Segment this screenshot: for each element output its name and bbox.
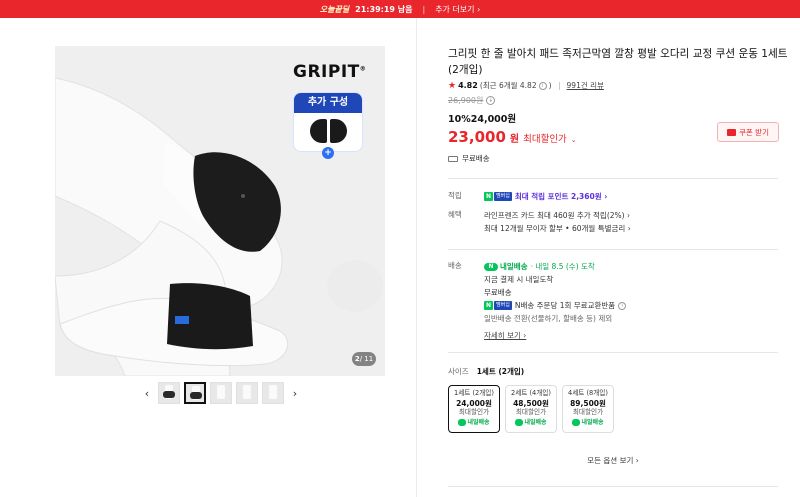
promo-label: 오늘끝딜 xyxy=(319,4,350,14)
next-arrow-icon[interactable]: › xyxy=(288,387,302,400)
delivery-details-link[interactable]: 자세히 보기 › xyxy=(484,329,526,342)
nextday-badge: 내일배송 xyxy=(515,418,547,428)
arrival-date: · 내일 8.5 (수) 도착 xyxy=(530,262,595,271)
coupon-label: 쿠폰 받기 xyxy=(739,127,769,137)
coupon-icon xyxy=(727,128,736,136)
coupon-button[interactable]: 쿠폰 받기 xyxy=(717,122,779,142)
benefit-label: 혜택 xyxy=(448,210,462,219)
option-card[interactable]: 2세트 (4개입) 48,500원 최대할인가 내일배송 xyxy=(505,385,557,433)
info-icon[interactable]: i xyxy=(618,301,627,310)
review-link[interactable]: 991건 리뷰 xyxy=(567,80,604,91)
delivery-label: 배송 xyxy=(448,261,462,270)
delivery-note-2: 무료배송 xyxy=(484,288,512,297)
brand-logo: GRIPIT® xyxy=(293,62,367,82)
nextday-badge: N 내일배송 xyxy=(484,260,528,273)
size-label: 사이즈 xyxy=(448,367,469,376)
option-price: 89,500원 xyxy=(570,398,606,408)
rating-row: ★ 4.82 (최근 6개월 4.82 i) 991건 리뷰 xyxy=(448,80,788,91)
option-card[interactable]: 4세트 (8개입) 89,500원 최대할인가 내일배송 xyxy=(562,385,614,433)
option-name: 2세트 (4개입) xyxy=(511,389,551,397)
all-options-link[interactable]: 모든 옵션 보기 › xyxy=(448,455,778,466)
divider xyxy=(448,486,778,487)
points-label: 적립 xyxy=(448,191,462,200)
divider: | xyxy=(422,4,426,14)
divider xyxy=(558,81,560,90)
nextday-badge: 내일배송 xyxy=(572,418,604,428)
card-benefit-link[interactable]: 라인프렌즈 카드 최대 460원 추가 적립(2%) › xyxy=(484,209,778,222)
thumbnail-5[interactable] xyxy=(262,382,284,404)
installment-link[interactable]: 최대 12개월 무이자 할부 • 60개월 특별금리 › xyxy=(484,222,778,235)
prev-arrow-icon[interactable]: ‹ xyxy=(140,387,154,400)
delivery-note-1: 지금 결제 시 내일도착 xyxy=(484,275,554,284)
npay-icon: N 멤버십 xyxy=(484,301,512,310)
size-selected: 1세트 (2개입) xyxy=(476,367,525,376)
more-link[interactable]: 추가 더보기 › xyxy=(435,4,480,15)
npay-icon: N 멤버십 xyxy=(484,192,512,201)
info-icon[interactable]: i xyxy=(538,81,547,90)
thumbnail-4[interactable] xyxy=(236,382,258,404)
thumbnail-strip: ‹ › xyxy=(140,382,302,404)
shipping-text: 무료배송 xyxy=(462,154,490,163)
addon-label: 추가 구성 xyxy=(294,93,362,113)
divider xyxy=(448,352,778,353)
thumbnail-3[interactable] xyxy=(210,382,232,404)
option-sub: 최대할인가 xyxy=(515,408,547,416)
product-main-image[interactable]: GRIPIT® 추가 구성 + 2/ 11 xyxy=(55,46,385,376)
option-name: 1세트 (2개입) xyxy=(454,389,494,397)
shipping-row: 무료배송 xyxy=(448,153,788,164)
product-title: 그리핏 한 줄 발아치 패드 족저근막염 깔창 평발 오다리 교정 쿠션 운동 … xyxy=(448,48,788,76)
option-price: 48,500원 xyxy=(513,398,549,408)
option-sub: 최대할인가 xyxy=(572,408,604,416)
nextday-badge: 내일배송 xyxy=(458,418,490,428)
delivery-note-4: 일반배송 전환(선물하기, 할배송 등) 제외 xyxy=(484,314,613,323)
column-divider xyxy=(416,18,417,497)
rating-recent: (최근 6개월 4.82 xyxy=(479,81,537,90)
addon-composition-badge: 추가 구성 xyxy=(293,92,363,152)
divider xyxy=(448,178,778,179)
promo-bar: 오늘끝딜 21:39:19 남음 | 추가 더보기 › xyxy=(0,0,800,18)
thumbnail-2[interactable] xyxy=(184,382,206,404)
arch-pad-left-icon xyxy=(309,119,327,143)
option-price: 24,000원 xyxy=(456,398,492,408)
max-discount-label: 최대할인가 xyxy=(523,134,567,145)
divider xyxy=(448,249,778,250)
original-price-row: 26,900원 i xyxy=(448,95,788,106)
plus-icon: + xyxy=(322,147,334,159)
size-header: 사이즈 1세트 (2개입) xyxy=(448,366,524,377)
final-currency: 원 xyxy=(509,134,520,145)
product-info-panel: 그리핏 한 줄 발아치 패드 족저근막염 깔창 평발 오다리 교정 쿠션 운동 … xyxy=(448,46,788,487)
option-name: 4세트 (8개입) xyxy=(568,389,608,397)
option-sub: 최대할인가 xyxy=(458,408,490,416)
free-return-text: N배송 주문당 1회 무료교환반품 xyxy=(514,301,616,310)
image-pager: 2/ 11 xyxy=(352,352,376,366)
star-icon: ★ xyxy=(448,80,457,91)
option-card[interactable]: 1세트 (2개입) 24,000원 최대할인가 내일배송 xyxy=(448,385,500,433)
rating-recent-end: ) xyxy=(548,81,552,90)
arch-pad-right-icon xyxy=(329,119,347,143)
thumbnail-1[interactable] xyxy=(158,382,180,404)
max-points-link[interactable]: 최대 적립 포인트 2,360원 › xyxy=(515,190,607,203)
original-price: 26,900원 xyxy=(448,96,484,105)
option-list: 1세트 (2개입) 24,000원 최대할인가 내일배송 2세트 (4개입) 4… xyxy=(448,385,614,433)
rating-score: 4.82 xyxy=(458,81,478,90)
truck-icon xyxy=(448,155,458,162)
info-icon[interactable]: i xyxy=(486,96,496,105)
chevron-down-icon: ⌄ xyxy=(570,136,577,144)
countdown-timer: 21:39:19 남음 xyxy=(355,4,413,14)
final-price: 23,000 xyxy=(448,128,506,146)
